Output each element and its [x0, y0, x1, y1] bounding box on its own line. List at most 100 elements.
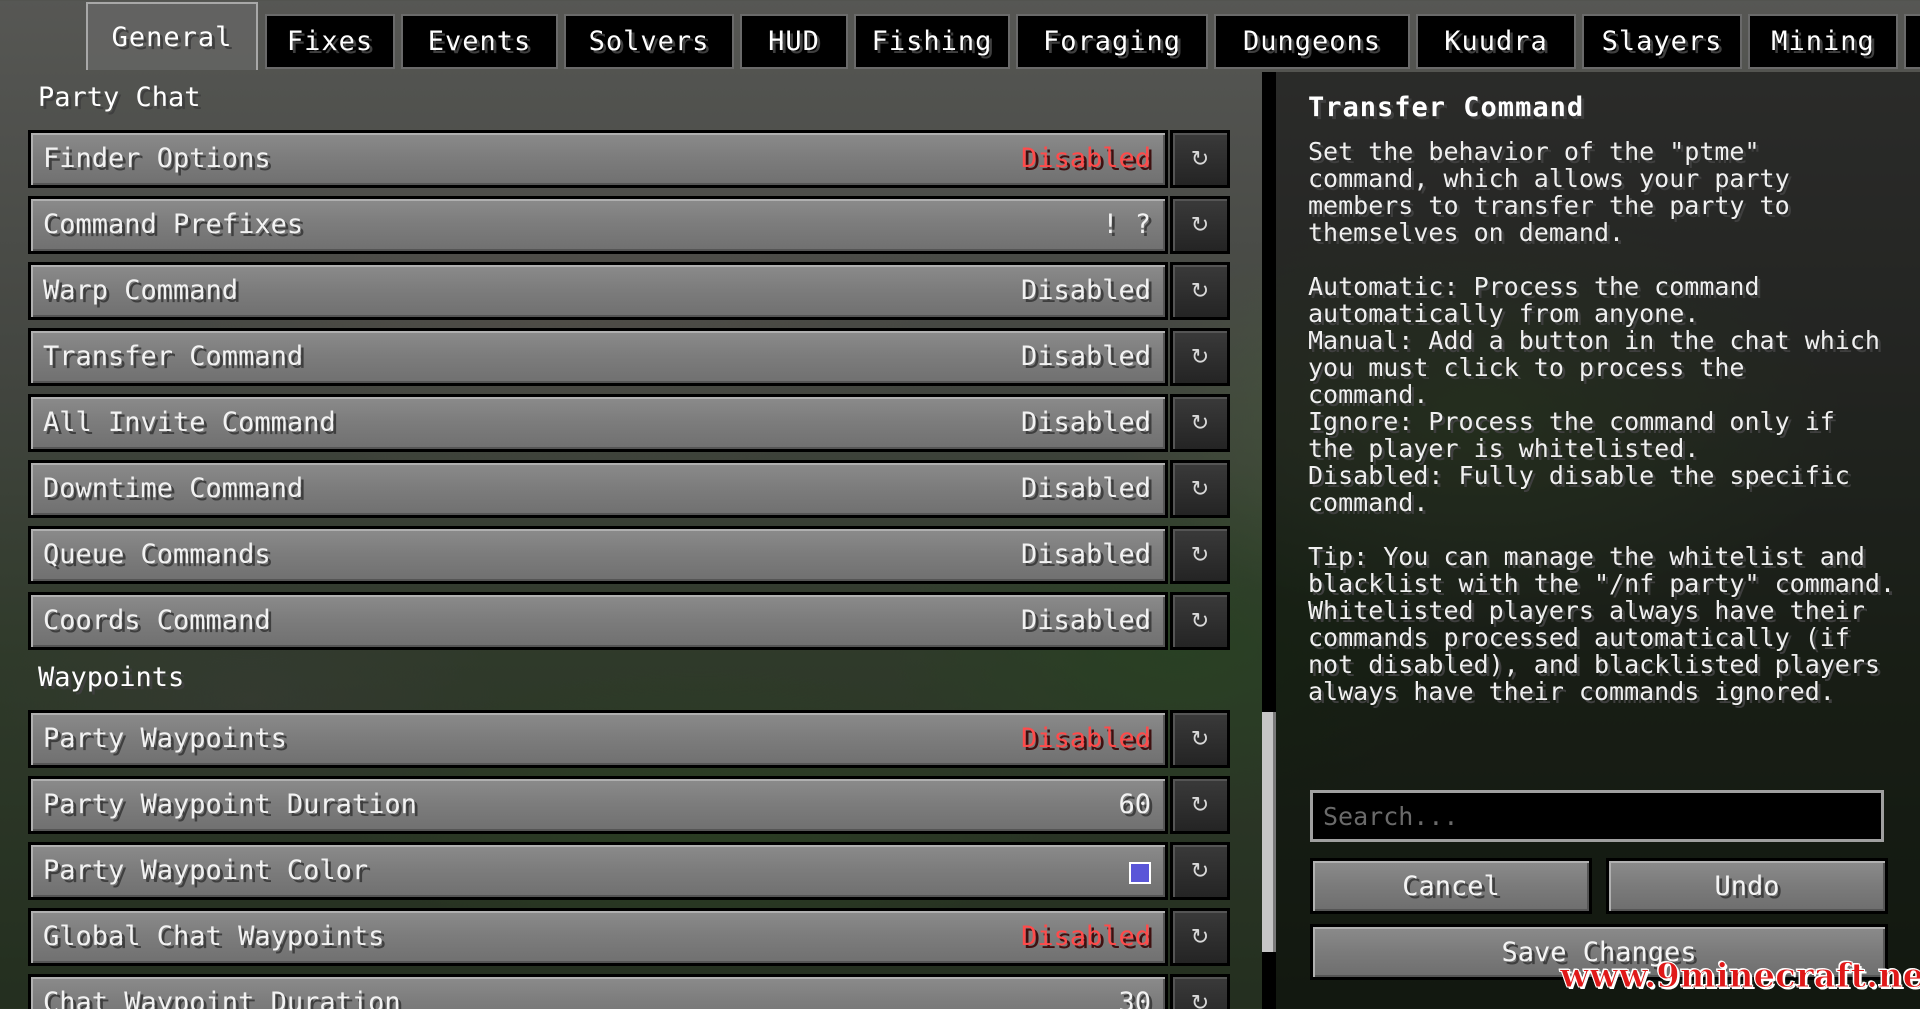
- tab-foraging[interactable]: Foraging: [1016, 14, 1208, 69]
- setting-label: Command Prefixes: [43, 209, 304, 240]
- setting-label: Party Waypoints: [43, 723, 287, 754]
- setting-row-party-waypoint-color: Party Waypoint Color ↻: [28, 842, 1230, 900]
- setting-button[interactable]: Finder Options Disabled: [28, 130, 1168, 188]
- tab-hud[interactable]: HUD: [740, 14, 848, 69]
- setting-row-finder-options: Finder Options Disabled ↻: [28, 130, 1230, 188]
- setting-button[interactable]: Party Waypoints Disabled: [28, 710, 1168, 768]
- setting-label: Chat Waypoint Duration: [43, 987, 401, 1009]
- tab-mining[interactable]: Mining: [1748, 14, 1898, 69]
- setting-label: All Invite Command: [43, 407, 336, 438]
- tab-events[interactable]: Events: [401, 14, 558, 69]
- reset-button[interactable]: ↻: [1170, 196, 1230, 254]
- reset-icon: ↻: [1190, 146, 1210, 172]
- setting-label: Transfer Command: [43, 341, 304, 372]
- setting-value: 60: [1118, 789, 1151, 820]
- reset-button[interactable]: ↻: [1170, 328, 1230, 386]
- cancel-button[interactable]: Cancel: [1310, 858, 1592, 914]
- setting-label: Queue Commands: [43, 539, 271, 570]
- setting-value: Disabled: [1020, 275, 1151, 306]
- reset-button[interactable]: ↻: [1170, 592, 1230, 650]
- setting-row-queue-commands: Queue Commands Disabled ↻: [28, 526, 1230, 584]
- reset-icon: ↻: [1190, 410, 1210, 436]
- reset-button[interactable]: ↻: [1170, 974, 1230, 1009]
- scrollbar-thumb[interactable]: [1262, 712, 1276, 952]
- reset-icon: ↻: [1190, 542, 1210, 568]
- setting-value: Disabled: [1020, 341, 1151, 372]
- setting-label: Coords Command: [43, 605, 271, 636]
- setting-value: Disabled: [1020, 143, 1151, 174]
- setting-row-party-waypoint-duration: Party Waypoint Duration 60 ↻: [28, 776, 1230, 834]
- setting-row-command-prefixes: Command Prefixes ! ? ↻: [28, 196, 1230, 254]
- reset-icon: ↻: [1190, 608, 1210, 634]
- setting-row-warp-command: Warp Command Disabled ↻: [28, 262, 1230, 320]
- setting-row-downtime-command: Downtime Command Disabled ↻: [28, 460, 1230, 518]
- setting-label: Party Waypoint Color: [43, 855, 369, 886]
- reset-button[interactable]: ↻: [1170, 776, 1230, 834]
- setting-value: Disabled: [1020, 407, 1151, 438]
- setting-row-global-chat-waypoints: Global Chat Waypoints Disabled ↻: [28, 908, 1230, 966]
- setting-value: Disabled: [1020, 605, 1151, 636]
- reset-button[interactable]: ↻: [1170, 262, 1230, 320]
- reset-button[interactable]: ↻: [1170, 842, 1230, 900]
- setting-button[interactable]: Party Waypoint Duration 60: [28, 776, 1168, 834]
- setting-button[interactable]: Downtime Command Disabled: [28, 460, 1168, 518]
- setting-label: Global Chat Waypoints: [43, 921, 385, 952]
- setting-button[interactable]: Party Waypoint Color: [28, 842, 1168, 900]
- section-title-party-chat: Party Chat: [38, 82, 201, 113]
- setting-button[interactable]: Transfer Command Disabled: [28, 328, 1168, 386]
- setting-button[interactable]: Chat Waypoint Duration 30: [28, 974, 1168, 1009]
- reset-icon: ↻: [1190, 924, 1210, 950]
- reset-icon: ↻: [1190, 278, 1210, 304]
- setting-button[interactable]: Coords Command Disabled: [28, 592, 1168, 650]
- description-title: Transfer Command: [1308, 92, 1585, 123]
- description-body: Set the behavior of the "ptme" command, …: [1308, 137, 1895, 706]
- reset-button[interactable]: ↻: [1170, 394, 1230, 452]
- tab-slayers[interactable]: Slayers: [1582, 14, 1742, 69]
- undo-button[interactable]: Undo: [1606, 858, 1888, 914]
- setting-value: 30: [1118, 987, 1151, 1009]
- reset-icon: ↻: [1190, 792, 1210, 818]
- tab-solvers[interactable]: Solvers: [564, 14, 734, 69]
- setting-label: Finder Options: [43, 143, 271, 174]
- tab-overflow[interactable]: [1904, 14, 1920, 69]
- color-swatch: [1129, 862, 1151, 884]
- reset-button[interactable]: ↻: [1170, 908, 1230, 966]
- setting-value: Disabled: [1020, 723, 1151, 754]
- reset-icon: ↻: [1190, 212, 1210, 238]
- watermark: www.9minecraft.net: [1560, 956, 1920, 997]
- setting-button[interactable]: Warp Command Disabled: [28, 262, 1168, 320]
- setting-row-party-waypoints: Party Waypoints Disabled ↻: [28, 710, 1230, 768]
- setting-label: Warp Command: [43, 275, 239, 306]
- reset-button[interactable]: ↻: [1170, 710, 1230, 768]
- setting-row-transfer-command: Transfer Command Disabled ↻: [28, 328, 1230, 386]
- section-title-waypoints: Waypoints: [38, 662, 185, 693]
- reset-button[interactable]: ↻: [1170, 130, 1230, 188]
- setting-value: Disabled: [1020, 921, 1151, 952]
- reset-icon: ↻: [1190, 990, 1210, 1009]
- setting-row-coords-command: Coords Command Disabled ↻: [28, 592, 1230, 650]
- tab-fishing[interactable]: Fishing: [854, 14, 1010, 69]
- reset-button[interactable]: ↻: [1170, 460, 1230, 518]
- setting-row-all-invite-command: All Invite Command Disabled ↻: [28, 394, 1230, 452]
- tab-kuudra[interactable]: Kuudra: [1416, 14, 1576, 69]
- tab-dungeons[interactable]: Dungeons: [1214, 14, 1410, 69]
- tab-bar: General Fixes Events Solvers HUD Fishing…: [0, 0, 1920, 70]
- setting-value: Disabled: [1020, 539, 1151, 570]
- reset-icon: ↻: [1190, 476, 1210, 502]
- reset-button[interactable]: ↻: [1170, 526, 1230, 584]
- search-input[interactable]: [1310, 790, 1884, 842]
- setting-button[interactable]: Queue Commands Disabled: [28, 526, 1168, 584]
- reset-icon: ↻: [1190, 726, 1210, 752]
- reset-icon: ↻: [1190, 344, 1210, 370]
- tab-general[interactable]: General: [86, 2, 258, 70]
- setting-button[interactable]: All Invite Command Disabled: [28, 394, 1168, 452]
- setting-value: Disabled: [1020, 473, 1151, 504]
- setting-label: Party Waypoint Duration: [43, 789, 417, 820]
- setting-button[interactable]: Command Prefixes ! ?: [28, 196, 1168, 254]
- setting-label: Downtime Command: [43, 473, 304, 504]
- tab-fixes[interactable]: Fixes: [265, 14, 395, 69]
- setting-row-chat-waypoint-duration: Chat Waypoint Duration 30 ↻: [28, 974, 1230, 1009]
- setting-value: ! ?: [1102, 209, 1151, 240]
- reset-icon: ↻: [1190, 858, 1210, 884]
- setting-button[interactable]: Global Chat Waypoints Disabled: [28, 908, 1168, 966]
